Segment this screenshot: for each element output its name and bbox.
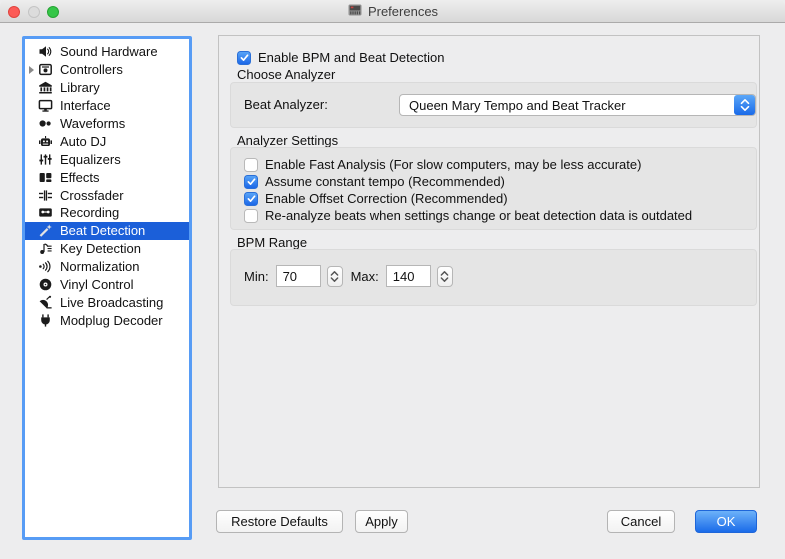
bpm-min-label: Min:	[244, 269, 269, 284]
sidebar-list: Sound Hardware Controllers Library Interfac…	[25, 39, 189, 329]
sidebar-item-label: Vinyl Control	[60, 277, 133, 292]
equalizer-icon	[38, 152, 53, 167]
monitor-icon	[38, 98, 53, 113]
sidebar-item-label: Live Broadcasting	[60, 295, 163, 310]
cancel-button[interactable]: Cancel	[607, 510, 675, 533]
enable-bpm-checkbox[interactable]	[237, 51, 251, 65]
bpm-min-stepper[interactable]	[327, 266, 343, 287]
satellite-icon	[38, 295, 53, 310]
sidebar-item-label: Sound Hardware	[60, 44, 158, 59]
sidebar-item-crossfader[interactable]: Crossfader	[25, 186, 189, 204]
preferences-sidebar: Sound Hardware Controllers Library Interfac…	[22, 36, 192, 540]
waveform-icon	[38, 116, 53, 131]
assume-constant-tempo-checkbox[interactable]	[244, 175, 258, 189]
sidebar-item-vinyl-control[interactable]: Vinyl Control	[25, 276, 189, 294]
enable-bpm-row: Enable BPM and Beat Detection	[237, 50, 444, 65]
sidebar-item-key-detection[interactable]: Key Detection	[25, 240, 189, 258]
sidebar-item-waveforms[interactable]: Waveforms	[25, 115, 189, 133]
checkbox-label: Assume constant tempo (Recommended)	[265, 174, 505, 189]
sidebar-item-label: Normalization	[60, 259, 139, 274]
controller-icon	[38, 62, 53, 77]
sidebar-item-live-broadcasting[interactable]: Live Broadcasting	[25, 293, 189, 311]
sidebar-item-label: Waveforms	[60, 116, 125, 131]
restore-defaults-button[interactable]: Restore Defaults	[216, 510, 343, 533]
sidebar-item-label: Interface	[60, 98, 111, 113]
checkbox-label: Enable Offset Correction (Recommended)	[265, 191, 508, 206]
checkbox-label: Re-analyze beats when settings change or…	[265, 208, 692, 223]
beat-detection-pane: Enable BPM and Beat Detection Choose Ana…	[218, 35, 760, 488]
beat-analyzer-selected-value: Queen Mary Tempo and Beat Tracker	[409, 98, 734, 113]
sidebar-item-equalizers[interactable]: Equalizers	[25, 150, 189, 168]
sidebar-item-normalization[interactable]: Normalization	[25, 258, 189, 276]
sidebar-item-label: Modplug Decoder	[60, 313, 163, 328]
music-note-icon	[38, 241, 53, 256]
vinyl-icon	[38, 277, 53, 292]
bpm-min-field[interactable]: 70	[276, 265, 321, 287]
enable-offset-correction-checkbox[interactable]	[244, 192, 258, 206]
bpm-max-label: Max:	[351, 269, 379, 284]
sidebar-item-label: Recording	[60, 205, 119, 220]
enable-fast-analysis-checkbox[interactable]	[244, 158, 258, 172]
apply-button[interactable]: Apply	[355, 510, 408, 533]
cassette-icon	[38, 205, 53, 220]
sidebar-item-interface[interactable]: Interface	[25, 97, 189, 115]
bpm-range-group: Min: 70 Max: 140	[230, 249, 757, 306]
analyzer-setting-row: Assume constant tempo (Recommended)	[244, 174, 505, 189]
sidebar-item-modplug-decoder[interactable]: Modplug Decoder	[25, 311, 189, 329]
sidebar-item-recording[interactable]: Recording	[25, 204, 189, 222]
robot-icon	[38, 134, 53, 149]
choose-analyzer-group: Beat Analyzer: Queen Mary Tempo and Beat…	[230, 82, 757, 128]
sidebar-item-label: Crossfader	[60, 188, 124, 203]
preferences-window: Preferences Sound Hardware Controllers Lib…	[0, 0, 785, 559]
effects-icon	[38, 170, 53, 185]
checkbox-label: Enable Fast Analysis (For slow computers…	[265, 157, 641, 172]
sidebar-item-library[interactable]: Library	[25, 79, 189, 97]
bpm-max-field[interactable]: 140	[386, 265, 431, 287]
chevron-right-icon[interactable]	[25, 66, 38, 74]
analyzer-settings-group-label: Analyzer Settings	[237, 133, 338, 148]
speaker-icon	[38, 44, 53, 59]
bpm-max-stepper[interactable]	[437, 266, 453, 287]
sidebar-item-label: Controllers	[60, 62, 123, 77]
ok-button[interactable]: OK	[695, 510, 757, 533]
analyzer-setting-row: Enable Offset Correction (Recommended)	[244, 191, 508, 206]
plug-icon	[38, 313, 53, 328]
crossfader-icon	[38, 188, 53, 203]
sidebar-item-label: Library	[60, 80, 100, 95]
sidebar-item-label: Auto DJ	[60, 134, 106, 149]
sidebar-item-label: Effects	[60, 170, 100, 185]
titlebar[interactable]: Preferences	[0, 0, 785, 23]
soundwave-icon	[38, 259, 53, 274]
sidebar-item-label: Key Detection	[60, 241, 141, 256]
sidebar-item-sound-hardware[interactable]: Sound Hardware	[25, 43, 189, 61]
sidebar-item-auto-dj[interactable]: Auto DJ	[25, 132, 189, 150]
analyzer-setting-row: Re-analyze beats when settings change or…	[244, 208, 692, 223]
re-analyze-beats-when-settings-change-or-beat-detection-data-is-outdated-checkbox[interactable]	[244, 209, 258, 223]
choose-analyzer-group-label: Choose Analyzer	[237, 67, 335, 82]
wand-icon	[38, 223, 53, 238]
combo-updown-icon	[734, 95, 755, 115]
beat-analyzer-label: Beat Analyzer:	[244, 97, 328, 112]
enable-bpm-label: Enable BPM and Beat Detection	[258, 50, 444, 65]
beat-analyzer-select[interactable]: Queen Mary Tempo and Beat Tracker	[399, 94, 756, 116]
bpm-range-group-label: BPM Range	[237, 235, 307, 250]
app-icon	[347, 2, 363, 21]
sidebar-item-controllers[interactable]: Controllers	[25, 61, 189, 79]
analyzer-setting-row: Enable Fast Analysis (For slow computers…	[244, 157, 641, 172]
window-title: Preferences	[368, 4, 438, 19]
analyzer-settings-group: Enable Fast Analysis (For slow computers…	[230, 147, 757, 230]
sidebar-item-label: Beat Detection	[60, 223, 145, 238]
library-icon	[38, 80, 53, 95]
sidebar-item-beat-detection[interactable]: Beat Detection	[25, 222, 189, 240]
sidebar-item-effects[interactable]: Effects	[25, 168, 189, 186]
sidebar-item-label: Equalizers	[60, 152, 121, 167]
